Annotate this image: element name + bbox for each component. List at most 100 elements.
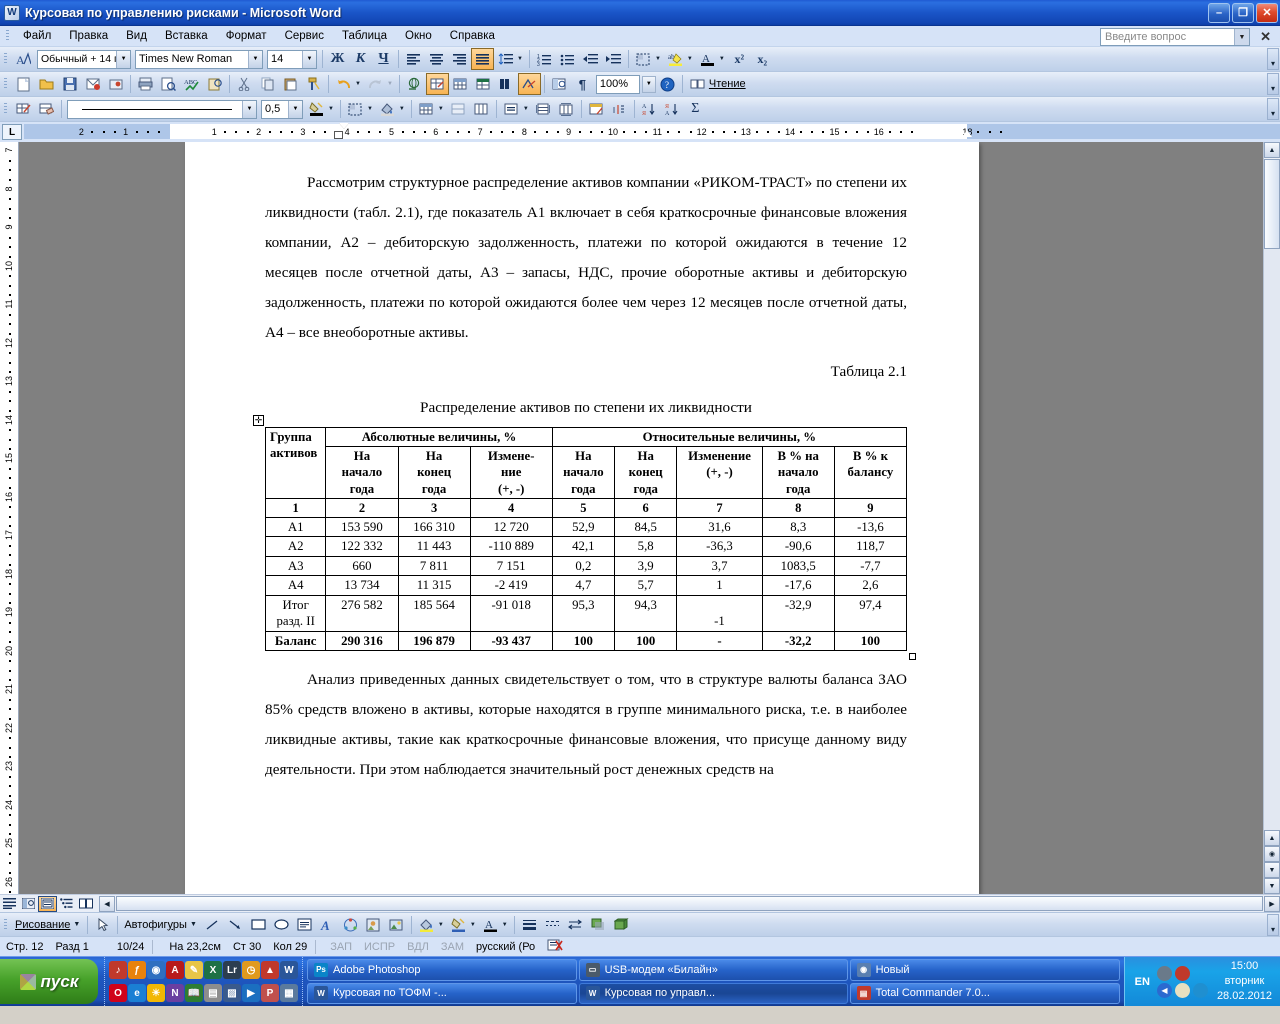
chevron-down-icon[interactable]: ▼	[387, 81, 393, 87]
chevron-down-icon[interactable]: ▼	[242, 100, 256, 118]
taskbar-button[interactable]: ▤ Total Commander 7.0...	[849, 982, 1120, 1004]
table-resize-handle[interactable]	[909, 653, 916, 661]
mozilla-icon[interactable]: ▲	[261, 961, 279, 979]
text-box-icon[interactable]	[293, 914, 316, 936]
onenote-icon[interactable]: N	[166, 984, 184, 1002]
firefox-icon[interactable]: ƒ	[128, 961, 146, 979]
sort-descending-icon[interactable]: ЯА	[661, 98, 684, 120]
line-spacing-icon[interactable]	[494, 48, 517, 70]
cut-icon[interactable]	[233, 73, 256, 95]
line-weight-combo[interactable]: 0,5 ▼	[261, 99, 303, 119]
print-icon[interactable]	[134, 73, 157, 95]
table-autoformat-icon[interactable]	[585, 98, 608, 120]
chevron-down-icon[interactable]: ▼	[438, 922, 444, 928]
insert-table-icon[interactable]	[415, 98, 438, 120]
clock[interactable]: 15:00 вторник 28.02.2012	[1213, 959, 1272, 1004]
browse-previous-button[interactable]: ▲	[1264, 830, 1280, 846]
copy-icon[interactable]	[256, 73, 279, 95]
spelling-status-icon[interactable]	[541, 938, 569, 955]
menu-gripper[interactable]	[4, 28, 11, 44]
table-title-caption[interactable]: Распределение активов по степени их ликв…	[265, 399, 907, 417]
tables-and-borders-icon[interactable]	[425, 73, 449, 95]
scroll-left-button[interactable]: ◀	[99, 895, 115, 912]
border-color-icon[interactable]	[305, 98, 328, 120]
chevron-down-icon[interactable]: ▼	[438, 106, 444, 112]
highlight-icon[interactable]: ab	[664, 48, 687, 70]
status-rec[interactable]: ЗАП	[318, 941, 358, 953]
fill-color-icon[interactable]	[415, 914, 438, 936]
show-formatting-marks-icon[interactable]: ¶	[571, 73, 594, 95]
start-button[interactable]: пуск	[0, 959, 98, 1004]
excel-icon[interactable]: X	[204, 961, 222, 979]
paragraph-2[interactable]: Анализ приведенных данных свидетельствуе…	[265, 665, 907, 785]
standard-toolbar-gripper[interactable]	[2, 76, 9, 92]
drawing-toolbar-gripper[interactable]	[2, 917, 9, 933]
rectangle-icon[interactable]	[247, 914, 270, 936]
new-document-icon[interactable]	[12, 73, 35, 95]
chevron-down-icon[interactable]: ▼	[517, 56, 523, 62]
language-indicator[interactable]: EN	[1135, 976, 1152, 988]
status-ovr[interactable]: ЗАМ	[435, 941, 470, 953]
table-row[interactable]: А1 153 590 166 310 12 720 52,9 84,5 31,6…	[264, 517, 908, 538]
menu-item-window[interactable]: Окно	[396, 28, 441, 44]
ask-a-question-input[interactable]: Введите вопрос ▼	[1100, 28, 1250, 46]
drawing-icon[interactable]	[517, 73, 541, 95]
clip-art-icon[interactable]	[362, 914, 385, 936]
winrar-icon[interactable]: ▨	[223, 984, 241, 1002]
chevron-down-icon[interactable]: ▼	[355, 81, 361, 87]
horizontal-ruler[interactable]: 2 1 1 2 3 4 5 6 7 8 9 10 11 12 13 14 15 16 18	[24, 122, 1280, 142]
status-at[interactable]: На 23,2см	[155, 941, 227, 953]
wordart-icon[interactable]: A	[316, 914, 339, 936]
style-combo[interactable]: Обычный + 14 г ▼	[37, 49, 131, 69]
arrow-icon[interactable]	[224, 914, 247, 936]
insert-picture-icon[interactable]	[385, 914, 408, 936]
table-row-balance[interactable]: Баланс 290 316 196 879 -93 437 100 100 -…	[264, 630, 908, 652]
undo-icon[interactable]	[332, 73, 355, 95]
menu-item-insert[interactable]: Вставка	[156, 28, 217, 44]
document-page[interactable]: Рассмотрим структурное распределение акт…	[185, 142, 979, 894]
nero-icon[interactable]: ☀	[147, 984, 165, 1002]
distribute-rows-evenly-icon[interactable]	[532, 98, 555, 120]
chevron-down-icon[interactable]: ▼	[655, 56, 661, 62]
table-row-total[interactable]: Итог разд. II 276 582 185 564 -91 018 95…	[264, 594, 908, 632]
subscript-button[interactable]: x₂	[751, 48, 774, 70]
winamp-icon[interactable]: ♪	[109, 961, 127, 979]
restore-button[interactable]: ❐	[1232, 2, 1254, 23]
launch-icon[interactable]: ◉	[147, 961, 165, 979]
document-map-icon[interactable]	[548, 73, 571, 95]
permission-icon[interactable]	[104, 73, 127, 95]
menu-item-help[interactable]: Справка	[441, 28, 504, 44]
bold-button[interactable]: Ж	[326, 48, 349, 70]
antivirus-icon[interactable]	[1174, 982, 1190, 998]
status-page-of[interactable]: 10/24	[95, 941, 151, 953]
merge-cells-icon[interactable]	[447, 98, 470, 120]
redo-icon[interactable]	[364, 73, 387, 95]
chevron-down-icon[interactable]: ▼	[502, 922, 508, 928]
left-indent-marker[interactable]	[334, 131, 343, 139]
chevron-down-icon[interactable]: ▼	[116, 50, 130, 68]
insert-table-icon[interactable]	[449, 73, 472, 95]
lightroom-icon[interactable]: Lr	[223, 961, 241, 979]
scroll-down-button[interactable]: ▼	[1264, 878, 1280, 894]
status-section[interactable]: Разд 1	[49, 941, 94, 953]
close-button[interactable]: ✕	[1256, 2, 1278, 23]
format-painter-icon[interactable]	[302, 73, 325, 95]
vertical-ruler[interactable]: 7 8 9 10 11 12 13 14 15 16 17 18 19 20 21 22 23 24 25 26	[0, 142, 19, 894]
borders-icon[interactable]	[632, 48, 655, 70]
borders-dropdown-icon[interactable]	[344, 98, 367, 120]
chevron-down-icon[interactable]: ▼	[399, 106, 405, 112]
help-icon[interactable]: ?	[656, 73, 679, 95]
chevron-down-icon[interactable]: ▼	[367, 106, 373, 112]
scroll-track[interactable]	[1264, 249, 1280, 830]
status-trk[interactable]: ИСПР	[358, 941, 401, 953]
columns-icon[interactable]	[495, 73, 518, 95]
chevron-down-icon[interactable]: ▼	[288, 100, 302, 118]
taskbar-button[interactable]: ◉ Новый	[849, 959, 1120, 981]
status-line[interactable]: Ст 30	[227, 941, 267, 953]
reading-layout-label[interactable]: Чтение	[709, 78, 750, 90]
drawing-menu-button[interactable]: Рисование	[12, 919, 73, 931]
reading-layout-view-button[interactable]	[76, 896, 95, 912]
status-column[interactable]: Кол 29	[267, 941, 313, 953]
align-justify-icon[interactable]	[471, 48, 494, 70]
cell-align-icon[interactable]	[500, 98, 523, 120]
